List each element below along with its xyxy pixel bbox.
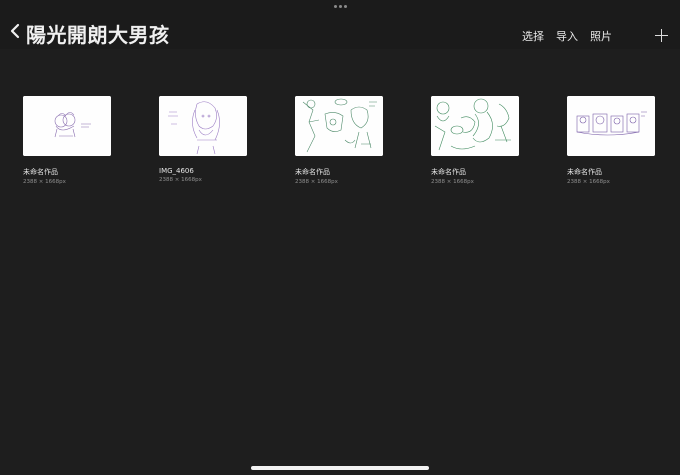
artwork-name: 未命名作品 [23, 168, 58, 176]
photos-button[interactable]: 照片 [590, 28, 612, 44]
artwork-thumbnail[interactable] [159, 96, 247, 156]
artwork-card[interactable]: IMG_4606 2388 × 1668px [159, 96, 249, 183]
artwork-size: 2388 × 1668px [295, 179, 338, 185]
artwork-size: 2388 × 1668px [567, 179, 610, 185]
import-button[interactable]: 导入 [556, 28, 578, 44]
plus-icon[interactable] [655, 29, 668, 42]
artwork-name: 未命名作品 [567, 168, 602, 176]
header-actions: 选择 导入 照片 [522, 28, 612, 44]
artwork-name: 未命名作品 [431, 168, 466, 176]
top-bar: 陽光開朗大男孩 选择 导入 照片 [0, 0, 680, 49]
home-indicator[interactable] [251, 466, 429, 470]
artwork-name: 未命名作品 [295, 168, 330, 176]
artwork-card[interactable]: 未命名作品 2388 × 1668px [295, 96, 385, 185]
back-chevron-icon[interactable] [8, 20, 22, 42]
select-button[interactable]: 选择 [522, 28, 544, 44]
stack-title: 陽光開朗大男孩 [26, 23, 170, 47]
artwork-thumbnail[interactable] [295, 96, 383, 156]
artwork-size: 2388 × 1668px [159, 177, 202, 183]
artwork-thumbnail[interactable] [567, 96, 655, 156]
artwork-size: 2388 × 1668px [431, 179, 474, 185]
artwork-thumbnail[interactable] [431, 96, 519, 156]
artwork-thumbnail[interactable] [23, 96, 111, 156]
artwork-card[interactable]: 未命名作品 2388 × 1668px [431, 96, 521, 185]
artwork-card[interactable]: 未命名作品 2388 × 1668px [567, 96, 657, 185]
multitasking-dots-icon[interactable] [334, 5, 347, 8]
artwork-name: IMG_4606 [159, 167, 194, 175]
artwork-size: 2388 × 1668px [23, 179, 66, 185]
artwork-card[interactable]: 未命名作品 2388 × 1668px [23, 96, 113, 185]
